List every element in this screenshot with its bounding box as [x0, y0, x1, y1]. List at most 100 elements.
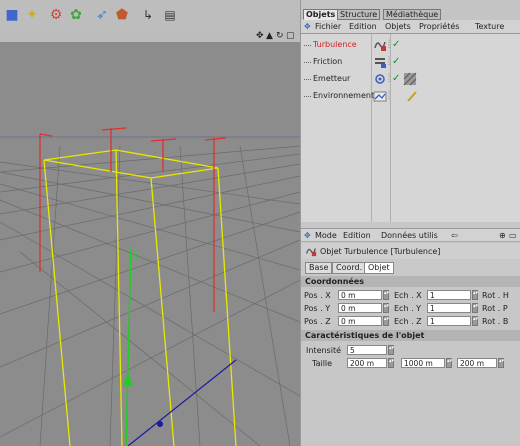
layer-dots-icon[interactable]: ::	[388, 56, 391, 67]
layer-dots-icon[interactable]: ::	[388, 73, 391, 84]
size-x-input[interactable]: 200 m	[347, 358, 387, 368]
object-manager-menu: ✥ Fichier Edition Objets Propriétés Text…	[301, 20, 520, 34]
object-name[interactable]: Friction	[313, 57, 342, 67]
tab-objets[interactable]: Objets	[303, 9, 339, 20]
tab-structure[interactable]: Structure	[337, 9, 381, 20]
manager-tabs: Objets Structure Médiathèque	[301, 0, 520, 20]
ech-y-input[interactable]: 1	[427, 303, 471, 313]
tree-line	[304, 79, 311, 80]
intensity-input[interactable]: 5	[347, 345, 387, 355]
menu-texture[interactable]: Texture	[475, 22, 504, 32]
tab-objet[interactable]: Objet	[364, 262, 394, 274]
rot-b-label: Rot . B	[482, 317, 509, 326]
attribute-tabs: Base Coord. Objet	[301, 259, 520, 275]
particle-tag-icon[interactable]	[403, 72, 417, 86]
brush-tag-icon[interactable]	[405, 89, 419, 103]
enabled-check-icon[interactable]: ✓	[392, 56, 400, 68]
size-label: Taille	[312, 359, 333, 368]
svg-text:Y: Y	[133, 253, 139, 262]
tab-coord[interactable]: Coord.	[332, 262, 367, 274]
3d-viewport[interactable]: ✥ ▲ ↻ ▢ Y	[0, 30, 300, 446]
tab-base[interactable]: Base	[305, 262, 333, 274]
menu-objets[interactable]: Objets	[385, 22, 411, 32]
menu-edition[interactable]: Edition	[349, 22, 377, 32]
pos-y-stepper[interactable]: ▴▾	[383, 303, 389, 313]
pos-z-stepper[interactable]: ▴▾	[383, 316, 389, 326]
gear-icon[interactable]: ⚙	[48, 7, 64, 23]
render-arrow-icon[interactable]: ↳	[140, 7, 156, 23]
friction-icon[interactable]	[373, 55, 387, 69]
size-z-stepper[interactable]: ▴▾	[498, 358, 504, 368]
attribute-title-row: Objet Turbulence [Turbulence]	[301, 243, 520, 259]
flower-icon[interactable]: ✿	[68, 7, 84, 23]
environment-icon[interactable]	[373, 89, 387, 103]
pos-z-label: Pos . Z	[304, 317, 331, 326]
enabled-check-icon[interactable]: ✓	[392, 39, 400, 51]
magic-icon[interactable]: ✦	[24, 7, 40, 23]
size-y-input[interactable]: 1000 m	[401, 358, 445, 368]
lock-icon[interactable]: ⊕	[499, 231, 506, 241]
object-row-turbulence[interactable]: Turbulence :: ✓	[301, 37, 520, 54]
object-name[interactable]: Environnement	[313, 91, 374, 101]
rot-h-label: Rot . H	[482, 291, 509, 300]
pos-z-input[interactable]: 0 m	[338, 316, 382, 326]
ech-z-stepper[interactable]: ▴▾	[472, 316, 478, 326]
viewport-header: ✥ ▲ ↻ ▢	[0, 30, 300, 42]
ech-y-label: Ech . Y	[394, 304, 422, 313]
tree-line	[304, 96, 311, 97]
am-menu-icon[interactable]: ✥	[304, 231, 311, 241]
menu-donnees-utilisateur[interactable]: Données utilis	[381, 231, 438, 241]
rotate-view-icon[interactable]: ↻	[276, 30, 284, 42]
layer-dots-icon[interactable]: ::	[388, 39, 391, 50]
turbulence-icon[interactable]	[373, 38, 387, 52]
menu-proprietes[interactable]: Propriétés	[419, 22, 459, 32]
object-list: Turbulence :: ✓ Friction :: ✓ Emetteur:…	[301, 34, 520, 222]
ech-x-label: Ech . X	[394, 291, 422, 300]
menu-fichier[interactable]: Fichier	[315, 22, 341, 32]
tree-line	[304, 62, 311, 63]
section-caracteristiques: Caractéristiques de l'objet	[301, 330, 520, 341]
object-name[interactable]: Turbulence	[313, 40, 357, 50]
object-row-environnement[interactable]: Environnement ::	[301, 88, 520, 105]
pos-x-label: Pos . X	[304, 291, 331, 300]
enabled-check-icon[interactable]: ✓	[392, 73, 400, 85]
pos-y-input[interactable]: 0 m	[338, 303, 382, 313]
size-z-input[interactable]: 200 m	[457, 358, 497, 368]
turbulence-icon	[306, 248, 317, 257]
new-window-icon[interactable]: ▭	[509, 231, 517, 241]
maximize-view-icon[interactable]: ▢	[286, 30, 295, 42]
coord-row-y: Pos . Y 0 m ▴▾ Ech . Y 1 ▴▾ Rot . P	[301, 303, 520, 314]
tree-line	[304, 45, 311, 46]
zoom-view-icon[interactable]: ▲	[266, 30, 273, 42]
main-toolbar: ■ ✦ ⚙ ✿ ➶ ⬟ ↳ ▤	[0, 0, 300, 30]
move-view-icon[interactable]: ✥	[256, 30, 264, 42]
viewport-background	[0, 42, 300, 446]
pos-y-label: Pos . Y	[304, 304, 331, 313]
render-window-icon[interactable]: ▤	[162, 7, 178, 23]
layer-dots-icon[interactable]: ::	[388, 90, 391, 101]
object-row-emetteur[interactable]: Emetteur :: ✓	[301, 71, 520, 88]
emitter-icon[interactable]	[373, 72, 387, 86]
viewport-scene: Y	[0, 42, 300, 446]
cursor-icon[interactable]: ➶	[94, 7, 110, 23]
pos-x-input[interactable]: 0 m	[338, 290, 382, 300]
tab-mediatheque[interactable]: Médiathèque	[383, 9, 442, 20]
menu-attr-edition[interactable]: Edition	[343, 231, 371, 241]
ech-z-input[interactable]: 1	[427, 316, 471, 326]
pos-x-stepper[interactable]: ▴▾	[383, 290, 389, 300]
ech-y-stepper[interactable]: ▴▾	[472, 303, 478, 313]
menu-mode[interactable]: Mode	[315, 231, 337, 241]
object-row-friction[interactable]: Friction :: ✓	[301, 54, 520, 71]
ech-x-input[interactable]: 1	[427, 290, 471, 300]
size-y-stepper[interactable]: ▴▾	[446, 358, 452, 368]
size-row: Taille 200 m ▴▾ 1000 m ▴▾ 200 m ▴▾	[301, 358, 520, 369]
size-x-stepper[interactable]: ▴▾	[388, 358, 394, 368]
cube-icon[interactable]: ■	[4, 7, 20, 23]
object-name[interactable]: Emetteur	[313, 74, 350, 84]
polygon-icon[interactable]: ⬟	[114, 7, 130, 23]
back-arrow-icon[interactable]: ⇦	[451, 231, 458, 241]
om-menu-icon[interactable]: ✥	[304, 22, 311, 32]
intensity-stepper[interactable]: ▴▾	[388, 345, 394, 355]
ech-x-stepper[interactable]: ▴▾	[472, 290, 478, 300]
coord-row-z: Pos . Z 0 m ▴▾ Ech . Z 1 ▴▾ Rot . B	[301, 316, 520, 327]
